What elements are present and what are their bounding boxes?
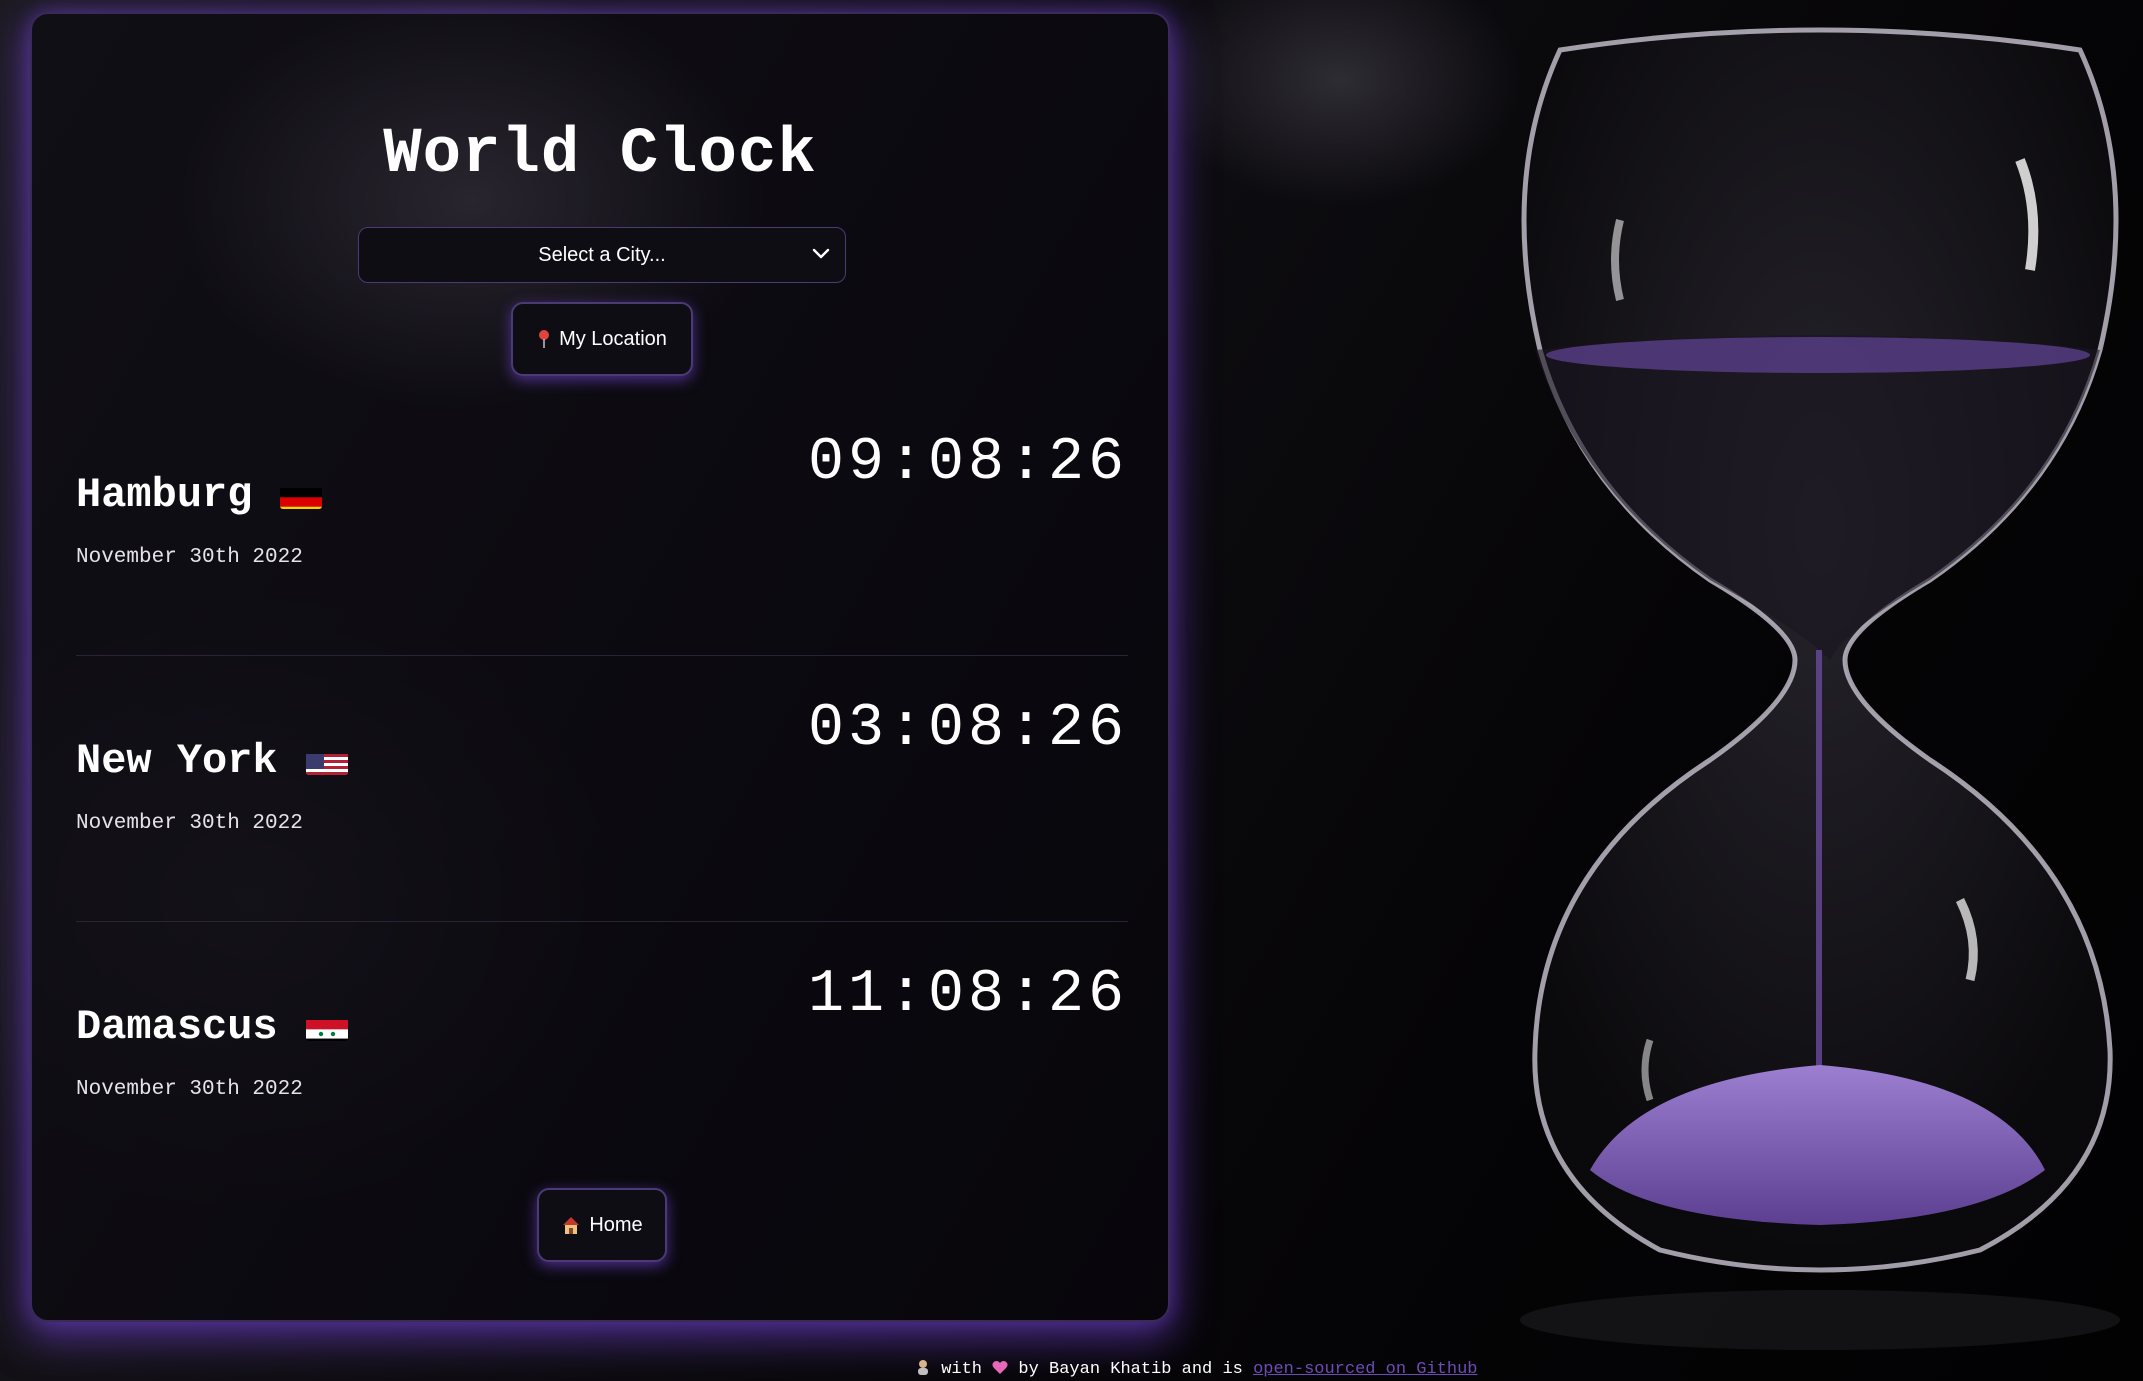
house-icon <box>561 1215 581 1235</box>
city-date: November 30th 2022 <box>76 812 303 835</box>
pin-icon <box>537 329 551 349</box>
city-row-new-york: New York November 30th 2022 03:08:26 <box>76 655 1128 922</box>
city-time: 03:08:26 <box>807 695 1128 763</box>
germany-flag-icon <box>280 481 323 509</box>
github-link[interactable]: open-sourced on Github <box>1253 1360 1477 1379</box>
city-time: 11:08:26 <box>807 961 1128 1029</box>
chevron-down-icon <box>812 248 830 259</box>
city-row-damascus: Damascus November 30th 2022 11:08:26 <box>76 921 1128 1187</box>
hourglass-illustration <box>1520 27 2120 1350</box>
person-icon <box>915 1360 941 1379</box>
syria-flag-icon <box>305 1013 348 1041</box>
city-name: Damascus <box>76 1003 278 1051</box>
page-title: World Clock <box>383 119 817 191</box>
my-location-button[interactable]: My Location <box>511 302 693 376</box>
home-label: Home <box>589 1213 643 1236</box>
usa-flag-icon <box>305 747 348 775</box>
city-name: Hamburg <box>76 471 253 519</box>
city-select[interactable]: Select a City... <box>358 227 846 283</box>
city-row-hamburg: Hamburg November 30th 2022 09:08:26 <box>76 389 1128 656</box>
footer-text-with: with <box>941 1360 983 1379</box>
footer: with by Bayan Khatib and is open-sourced… <box>915 1359 1478 1379</box>
world-clock-card: World Clock Select a City... My Location… <box>30 12 1170 1322</box>
heart-icon <box>992 1360 1018 1379</box>
city-date: November 30th 2022 <box>76 546 303 569</box>
city-name: New York <box>76 737 278 785</box>
footer-text-author: by Bayan Khatib and is <box>1018 1360 1243 1379</box>
my-location-label: My Location <box>559 327 667 350</box>
city-select-value: Select a City... <box>538 243 666 266</box>
city-time: 09:08:26 <box>807 429 1128 497</box>
home-button[interactable]: Home <box>537 1188 667 1262</box>
city-date: November 30th 2022 <box>76 1078 303 1101</box>
